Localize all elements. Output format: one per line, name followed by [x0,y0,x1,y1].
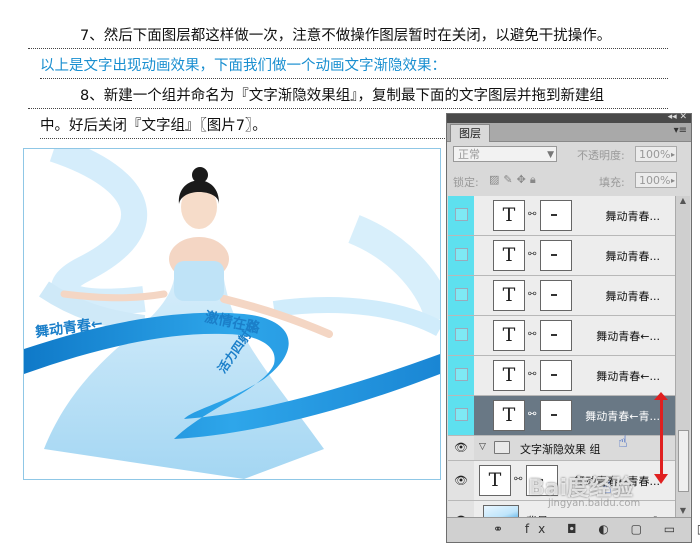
mask-thumbnail [540,240,572,271]
lock-fill-row: 锁定: ▨✎✥🔒︎ 填充: 100% ▸ [453,172,685,190]
group-name: 文字渐隐效果 组 [520,443,601,456]
baidu-watermark-url: jingyan.baidu.com [548,498,641,509]
tab-layers[interactable]: 图层 [450,124,490,142]
mask-thumbnail [540,400,572,431]
visibility-toggle[interactable]: 👁︎ [448,461,474,500]
lock-label: 锁定: [453,176,479,189]
opacity-input[interactable]: 100% ▸ [635,146,677,162]
text-layer-thumbnail: T [493,200,525,231]
visibility-toggle[interactable] [448,196,474,235]
link-icon: ⚯ [528,249,537,260]
layer-name: 舞动青春←... [596,330,660,343]
blend-mode-select[interactable]: 正常 ▼ [453,146,557,162]
layer-name: 舞动青春... [605,290,661,303]
fill-input[interactable]: 100% ▸ [635,172,677,188]
layer-row[interactable]: T ⚯ 舞动青春... [448,236,676,276]
visibility-toggle[interactable] [448,316,474,355]
visibility-toggle[interactable] [448,276,474,315]
hand-cursor-icon: ☝ [618,432,628,451]
scroll-up-icon[interactable]: ▲ [676,196,690,208]
photo-illustration: 舞动青春← 激情在路 活力四射中 [24,149,440,479]
text-layer-thumbnail: T [493,320,525,351]
tutorial-summary: 以上是文字出现动画效果，下面我们做一个动画文字渐隐效果： [40,56,668,79]
link-icon: ⚯ [528,329,537,340]
visibility-toggle[interactable] [448,396,474,435]
text-layer-thumbnail: T [479,465,511,496]
folder-icon [494,441,510,454]
visibility-toggle[interactable]: 👁︎ [448,501,474,518]
link-icon: ⚯ [528,409,537,420]
dropdown-arrow-icon: ▼ [547,150,554,160]
tutorial-step-8: 8、新建一个组并命名为『文字渐隐效果组』，复制最下面的文字图层并拖到新建组 [28,86,668,109]
layer-row[interactable]: T ⚯ 舞动青春←... [448,356,676,396]
lock-options-icons[interactable]: ▨✎✥🔒︎ [489,173,540,187]
collapse-icon[interactable]: ◂◂ ✕ [668,112,687,122]
expand-triangle-icon[interactable]: ▽ [479,442,486,452]
mask-thumbnail [540,200,572,231]
mask-thumbnail [540,360,572,391]
mask-thumbnail [540,280,572,311]
eye-icon: 👁︎ [454,441,468,454]
fill-label: 填充: [599,176,625,189]
visibility-toggle[interactable]: 👁︎ [448,436,474,460]
panel-bottom-toolbar: ⚭ fx ◘ ◐ ▢ ▭ ▯ [447,517,700,542]
opacity-label: 不透明度: [577,149,625,162]
example-photo: 舞动青春← 激情在路 活力四射中 [23,148,441,480]
eye-icon: 👁︎ [454,474,468,487]
tutorial-step-7: 7、然后下面图层都这样做一次，注意不做操作图层暂时在关闭，以避免干扰操作。 [28,26,668,49]
layer-group-row[interactable]: 👁︎ ▽ 文字渐隐效果 组 [448,436,676,461]
layer-name: 舞动青春←... [596,370,660,383]
layer-name: 舞动青春... [605,210,661,223]
mask-thumbnail [540,320,572,351]
panel-title-bar: ◂◂ ✕ [447,112,691,123]
layer-row-selected[interactable]: T ⚯ 舞动青春←青... [448,396,676,436]
blend-opacity-row: 正常 ▼ 不透明度: 100% ▸ [453,146,685,164]
link-icon: ⚯ [528,369,537,380]
text-layer-thumbnail: T [493,240,525,271]
scroll-thumb[interactable] [678,430,689,492]
panel-bottom-icons[interactable]: ⚭ fx ◘ ◐ ▢ ▭ ▯ [493,522,700,536]
dropdown-arrow-icon: ▸ [670,176,675,185]
text-layer-thumbnail: T [493,360,525,391]
panel-menu-icon[interactable]: ▾≡ [674,125,687,136]
layer-name: 舞动青春... [605,250,661,263]
link-icon: ⚯ [528,209,537,220]
panel-tab-row: 图层 ▾≡ [447,123,691,142]
tutorial-step-8-continued: 中。好后关闭『文字组』〖图片7〗。 [40,116,445,139]
link-icon: ⚯ [528,289,537,300]
drag-arrow-indicator [654,392,668,484]
link-icon: ⚯ [514,474,523,485]
text-layer-thumbnail: T [493,400,525,431]
dropdown-arrow-icon: ▸ [670,150,675,159]
layer-row[interactable]: T ⚯ 舞动青春... [448,276,676,316]
layers-scrollbar[interactable]: ▲ ▼ [675,196,690,518]
text-layer-thumbnail: T [493,280,525,311]
layer-row[interactable]: T ⚯ 舞动青春... [448,196,676,236]
step7-text: 7、然后下面图层都这样做一次，注意不做操作图层暂时在关闭，以避免干扰操作。 [80,28,612,44]
layer-name: 舞动青春←青... [585,410,660,423]
visibility-toggle[interactable] [448,356,474,395]
visibility-toggle[interactable] [448,236,474,275]
layer-row[interactable]: T ⚯ 舞动青春←... [448,316,676,356]
